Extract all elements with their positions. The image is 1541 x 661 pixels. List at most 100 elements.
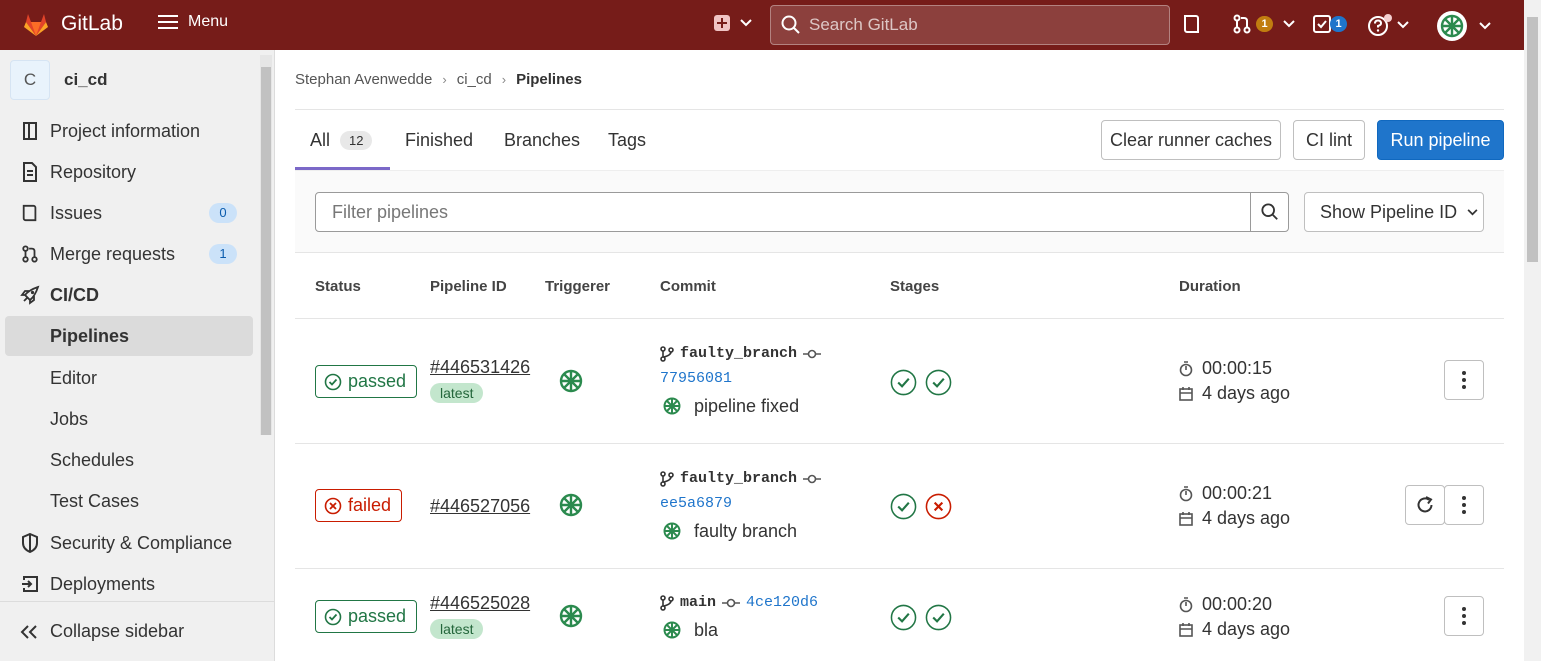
sidebar-item-pipelines[interactable]: Pipelines <box>5 316 253 356</box>
filter-search-button[interactable] <box>1250 193 1288 231</box>
more-actions-button[interactable] <box>1444 360 1484 400</box>
page-scrollbar-thumb[interactable] <box>1527 17 1538 262</box>
pipeline-id-link[interactable]: #446527056 <box>430 496 530 517</box>
issues-top-button[interactable] <box>1182 14 1202 34</box>
help-icon <box>1368 14 1392 36</box>
finished-at: 4 days ago <box>1179 508 1290 529</box>
branch-link[interactable]: faulty_branch <box>680 345 797 362</box>
stage-failed-icon[interactable] <box>925 493 952 520</box>
project-header[interactable]: C ci_cd <box>10 60 107 100</box>
author-avatar[interactable] <box>660 394 684 418</box>
table-header: Status Pipeline ID Triggerer Commit Stag… <box>295 253 1504 319</box>
table-row: failed #446527056 faulty_branch ee5a6879… <box>295 444 1504 569</box>
sidebar-scrollbar-thumb[interactable] <box>261 67 271 435</box>
sidebar-item-security-compliance[interactable]: Security & Compliance <box>5 523 253 563</box>
sidebar-item-editor[interactable]: Editor <box>5 358 253 398</box>
menu-button[interactable]: Menu <box>158 13 228 31</box>
timer-icon <box>1179 596 1193 612</box>
tab-all[interactable]: All 12 <box>310 130 373 151</box>
pipeline-id-link[interactable]: #446525028 <box>430 593 530 614</box>
sidebar-item-label: Schedules <box>50 449 135 470</box>
triggerer-avatar[interactable] <box>555 600 587 632</box>
stage-success-icon[interactable] <box>890 493 917 520</box>
more-actions-button[interactable] <box>1444 596 1484 636</box>
sidebar-item-ci-cd[interactable]: CI/CD <box>5 275 253 315</box>
todo-count-badge: 1 <box>1330 16 1347 32</box>
kebab-icon <box>1462 371 1466 389</box>
latest-badge: latest <box>430 383 484 403</box>
breadcrumb-project[interactable]: ci_cd <box>457 71 492 88</box>
run-pipeline-button[interactable]: Run pipeline <box>1377 120 1504 160</box>
author-avatar[interactable] <box>660 618 684 642</box>
page-scrollbar[interactable] <box>1524 0 1541 661</box>
commit-message-link[interactable]: pipeline fixed <box>694 396 799 417</box>
collapse-sidebar-button[interactable]: Collapse sidebar <box>0 601 274 661</box>
stage-success-icon[interactable] <box>925 369 952 396</box>
branch-link[interactable]: faulty_branch <box>680 470 797 487</box>
sidebar-item-issues[interactable]: Issues 0 <box>5 193 253 233</box>
chevron-right-icon: › <box>501 72 507 87</box>
sidebar-item-repository[interactable]: Repository <box>5 152 253 192</box>
status-label: passed <box>348 606 407 626</box>
retry-button[interactable] <box>1405 485 1445 525</box>
commit-ref: faulty_branch <box>660 345 822 362</box>
gitlab-logo-icon[interactable] <box>22 11 50 39</box>
status-badge-failed[interactable]: failed <box>315 489 403 522</box>
sidebar-item-test-cases[interactable]: Test Cases <box>5 481 253 521</box>
breadcrumb-current[interactable]: Pipelines <box>516 71 582 88</box>
user-menu-button[interactable] <box>1437 11 1491 41</box>
kebab-icon <box>1462 496 1466 514</box>
top-bar: GitLab Menu 1 1 <box>0 0 1524 50</box>
filter-pipelines-input[interactable] <box>316 193 1250 231</box>
clear-runner-caches-button[interactable]: Clear runner caches <box>1101 120 1281 160</box>
author-avatar[interactable] <box>660 519 684 543</box>
finished-at: 4 days ago <box>1179 619 1290 640</box>
search-input[interactable] <box>809 15 1149 35</box>
ci-lint-button[interactable]: CI lint <box>1293 120 1365 160</box>
tab-branches[interactable]: Branches <box>504 130 580 151</box>
sidebar-scrollbar[interactable] <box>260 55 272 435</box>
sidebar-item-schedules[interactable]: Schedules <box>5 440 253 480</box>
sidebar-item-deployments[interactable]: Deployments <box>5 564 253 604</box>
show-pipeline-id-dropdown[interactable]: Show Pipeline ID <box>1304 192 1484 232</box>
tab-all-label: All <box>310 130 331 150</box>
triggerer-avatar[interactable] <box>555 489 587 521</box>
column-header-duration: Duration <box>1179 278 1241 295</box>
new-dropdown-button[interactable] <box>714 15 752 31</box>
branch-icon <box>660 594 674 611</box>
sidebar-item-jobs[interactable]: Jobs <box>5 399 253 439</box>
sidebar-item-merge-requests[interactable]: Merge requests 1 <box>5 234 253 274</box>
search-box[interactable] <box>770 5 1170 45</box>
commit-message-link[interactable]: bla <box>694 620 718 641</box>
tab-finished[interactable]: Finished <box>405 130 473 151</box>
filter-box[interactable] <box>315 192 1289 232</box>
sidebar-item-project-information[interactable]: Project information <box>5 111 253 151</box>
merge-request-icon <box>19 243 41 265</box>
pipeline-id-link[interactable]: #446531426 <box>430 357 530 378</box>
main-content: Stephan Avenwedde › ci_cd › Pipelines Al… <box>295 50 1504 661</box>
triggerer-avatar[interactable] <box>555 365 587 397</box>
tab-tags[interactable]: Tags <box>608 130 646 151</box>
breadcrumb-owner[interactable]: Stephan Avenwedde <box>295 71 432 88</box>
stage-success-icon[interactable] <box>890 604 917 631</box>
finished-value: 4 days ago <box>1202 619 1291 639</box>
brand-name[interactable]: GitLab <box>61 12 123 36</box>
status-badge-passed[interactable]: passed <box>315 365 418 398</box>
stage-success-icon[interactable] <box>890 369 917 396</box>
status-badge-passed[interactable]: passed <box>315 600 418 633</box>
tab-tags-label: Tags <box>608 130 647 150</box>
merge-requests-top-button[interactable]: 1 <box>1232 14 1295 34</box>
stage-success-icon[interactable] <box>925 604 952 631</box>
commit-sha-link[interactable]: ee5a6879 <box>660 495 732 512</box>
help-button[interactable] <box>1367 14 1409 36</box>
issues-icon <box>1184 15 1199 33</box>
todos-top-button[interactable]: 1 <box>1312 14 1347 34</box>
project-avatar: C <box>10 60 50 100</box>
branch-link[interactable]: main <box>680 594 716 611</box>
commit-sha-link[interactable]: 77956081 <box>660 370 732 387</box>
commit-sha-link[interactable]: 4ce120d6 <box>746 594 818 611</box>
more-actions-button[interactable] <box>1444 485 1484 525</box>
shield-icon <box>19 532 41 554</box>
commit-message-link[interactable]: faulty branch <box>694 521 797 542</box>
commit-icon <box>803 349 822 358</box>
